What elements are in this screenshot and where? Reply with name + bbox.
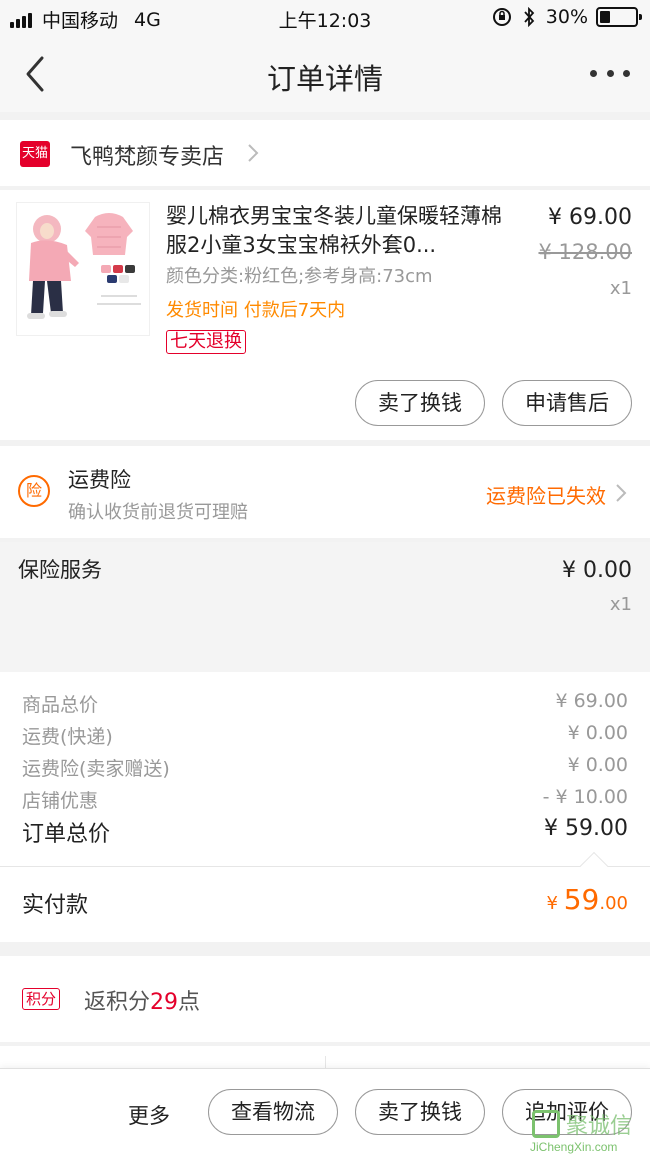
summary-row: 运费(快递) ¥ 0.00 bbox=[0, 722, 650, 752]
chevron-right-icon bbox=[616, 484, 627, 502]
watermark-url: JiChengXin.com bbox=[530, 1140, 618, 1154]
ship-time: 发货时间 付款后7天内 bbox=[166, 300, 346, 321]
tmall-logo-icon: 天猫 bbox=[20, 141, 50, 167]
battery-icon bbox=[596, 7, 642, 27]
service-title: 保险服务 bbox=[18, 558, 102, 582]
summary-value: ¥ 69.00 bbox=[555, 690, 628, 712]
summary-row: 店铺优惠 - ¥ 10.00 bbox=[0, 786, 650, 816]
order-total-value: ¥ 59.00 bbox=[544, 816, 628, 841]
product-card: 婴儿棉衣男宝宝冬装儿童保暖轻薄棉服2小童3女宝宝棉袄外套0... 颜色分类:粉红… bbox=[0, 190, 650, 440]
return-policy-badge: 七天退换 bbox=[166, 330, 246, 354]
summary-row: 运费险(卖家赠送) ¥ 0.00 bbox=[0, 754, 650, 784]
orientation-lock-icon bbox=[492, 8, 511, 26]
sell-for-money-button[interactable]: 卖了换钱 bbox=[355, 380, 485, 426]
summary-row: 商品总价 ¥ 69.00 bbox=[0, 690, 650, 720]
summary-label: 运费(快递) bbox=[22, 726, 113, 748]
store-name: 飞鸭梵颜专卖店 bbox=[70, 145, 225, 170]
original-price: ¥ 128.00 bbox=[538, 240, 632, 264]
shipping-insurance-row[interactable]: 险 运费险 确认收货前退货可理赔 运费险已失效 bbox=[0, 446, 650, 538]
watermark: 聚诚信 JiChengXin.com bbox=[530, 1108, 646, 1156]
product-sku: 颜色分类:粉红色;参考身高:73cm bbox=[166, 266, 433, 287]
amount-decimal: .00 bbox=[599, 893, 628, 914]
insurance-title: 运费险 bbox=[68, 468, 131, 492]
product-thumbnail[interactable] bbox=[16, 202, 150, 336]
summary-label: 运费险(卖家赠送) bbox=[22, 758, 170, 780]
status-bar: 中国移动 4G 上午12:03 30% bbox=[0, 0, 650, 36]
insurance-icon: 险 bbox=[18, 475, 50, 507]
summary-value: ¥ 0.00 bbox=[567, 722, 628, 744]
service-price: ¥ 0.00 bbox=[562, 558, 632, 583]
points-unit: 点 bbox=[178, 990, 201, 1015]
store-row[interactable]: 天猫 飞鸭梵颜专卖店 bbox=[0, 120, 650, 186]
order-total-label: 订单总价 bbox=[22, 822, 111, 847]
summary-label: 店铺优惠 bbox=[22, 790, 99, 812]
price-summary: 商品总价 ¥ 69.00 运费(快递) ¥ 0.00 运费险(卖家赠送) ¥ 0… bbox=[0, 672, 650, 868]
nav-bar: 订单详情 bbox=[0, 36, 650, 112]
insurance-service-row: 保险服务 ¥ 0.00 x1 bbox=[0, 542, 650, 672]
status-right: 30% bbox=[492, 6, 642, 28]
sell-for-money-button[interactable]: 卖了换钱 bbox=[355, 1089, 485, 1135]
product-price: ¥ 69.00 bbox=[548, 205, 632, 230]
battery-fill bbox=[600, 11, 611, 23]
view-logistics-button[interactable]: 查看物流 bbox=[208, 1089, 338, 1135]
apply-after-sale-button[interactable]: 申请售后 bbox=[502, 380, 632, 426]
summary-value: - ¥ 10.00 bbox=[542, 786, 628, 808]
summary-value: ¥ 0.00 bbox=[567, 754, 628, 776]
product-title[interactable]: 婴儿棉衣男宝宝冬装儿童保暖轻薄棉服2小童3女宝宝棉袄外套0... bbox=[166, 202, 511, 260]
actual-paid-label: 实付款 bbox=[22, 893, 89, 918]
more-button[interactable]: 更多 bbox=[128, 1100, 170, 1130]
actual-paid-row: 实付款 ¥ 59.00 bbox=[0, 851, 650, 942]
points-value: 29 bbox=[150, 990, 179, 1015]
points-row: 积分 返积分29点 bbox=[0, 956, 650, 1042]
amount-integer: 59 bbox=[563, 883, 600, 916]
battery-percent: 30% bbox=[545, 6, 588, 28]
points-text: 返积分29点 bbox=[84, 984, 200, 1016]
insurance-desc: 确认收货前退货可理赔 bbox=[68, 502, 248, 523]
points-badge: 积分 bbox=[22, 988, 61, 1010]
bluetooth-icon bbox=[524, 7, 535, 27]
watermark-name: 聚诚信 bbox=[566, 1114, 633, 1139]
product-quantity: x1 bbox=[609, 278, 632, 299]
currency-symbol: ¥ bbox=[546, 893, 564, 914]
order-total-row: 订单总价 ¥ 59.00 bbox=[0, 816, 650, 847]
product-image bbox=[27, 213, 141, 319]
insurance-status: 运费险已失效 bbox=[486, 484, 606, 508]
service-quantity: x1 bbox=[609, 594, 632, 615]
actual-paid-amount: ¥ 59.00 bbox=[547, 883, 628, 916]
more-options-icon[interactable] bbox=[590, 60, 630, 86]
summary-label: 商品总价 bbox=[22, 694, 99, 716]
chevron-right-icon bbox=[248, 144, 259, 162]
page-title: 订单详情 bbox=[266, 62, 383, 96]
watermark-logo-icon bbox=[532, 1110, 560, 1138]
points-label: 返积分 bbox=[84, 990, 151, 1015]
